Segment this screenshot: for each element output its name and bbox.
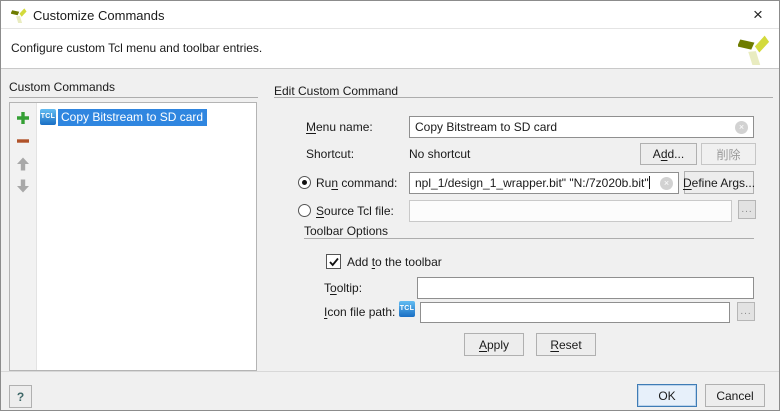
plus-icon [16, 111, 30, 125]
define-args-button[interactable]: Define Args... [684, 171, 754, 194]
source-tcl-field [409, 200, 732, 222]
add-to-toolbar-checkbox[interactable] [326, 254, 341, 269]
clear-icon[interactable]: × [660, 177, 673, 190]
run-command-radio[interactable] [298, 176, 311, 189]
remove-command-button[interactable] [14, 132, 32, 150]
vivado-logo-icon [11, 7, 27, 26]
shortcut-label: Shortcut: [306, 146, 354, 162]
menu-name-value: Copy Bitstream to SD card [415, 120, 731, 134]
help-button[interactable]: ? [9, 385, 32, 408]
toolbar-options-header-rule [304, 238, 754, 239]
source-tcl-label: Source Tcl file: [316, 203, 394, 219]
list-item-label: Copy Bitstream to SD card [58, 109, 207, 126]
menu-name-field[interactable]: Copy Bitstream to SD card × [409, 116, 754, 138]
custom-commands-list[interactable]: TCL Copy Bitstream to SD card [9, 102, 257, 371]
title-bar: Customize Commands × [1, 1, 779, 29]
add-command-button[interactable] [14, 109, 32, 127]
cancel-button[interactable]: Cancel [705, 384, 765, 407]
tooltip-label: Tooltip: [324, 280, 362, 296]
dialog-title: Customize Commands [33, 8, 165, 23]
customize-commands-dialog: Customize Commands × Configure custom Tc… [0, 0, 780, 411]
move-up-button[interactable] [14, 155, 32, 173]
reset-button[interactable]: Reset [536, 333, 596, 356]
shortcut-value: No shortcut [409, 146, 470, 162]
source-tcl-radio[interactable] [298, 204, 311, 217]
icon-file-path-field[interactable] [420, 302, 730, 323]
edit-command-header-rule [274, 97, 773, 98]
banner: Configure custom Tcl menu and toolbar en… [1, 29, 779, 69]
clear-icon[interactable]: × [735, 121, 748, 134]
custom-commands-header: Custom Commands [9, 79, 115, 95]
close-icon[interactable]: × [747, 4, 769, 26]
icon-file-path-label: Icon file path: [324, 304, 395, 320]
tcl-icon: TCL [399, 301, 415, 317]
run-command-label: Run command: [316, 175, 397, 191]
tcl-icon: TCL [40, 109, 56, 125]
icon-file-path-browse-button[interactable]: ... [737, 302, 755, 321]
add-to-toolbar-label: Add to the toolbar [347, 254, 442, 270]
tooltip-field[interactable] [417, 277, 754, 299]
arrow-down-icon [16, 179, 30, 193]
ok-button[interactable]: OK [637, 384, 697, 407]
list-item[interactable]: TCL Copy Bitstream to SD card [40, 108, 207, 126]
text-cursor [649, 176, 650, 189]
custom-commands-header-rule [9, 97, 258, 98]
banner-description: Configure custom Tcl menu and toolbar en… [11, 41, 262, 55]
run-command-value: npl_1/design_1_wrapper.bit" "N:/7z020b.b… [415, 176, 656, 190]
shortcut-delete-button: 削除 [701, 143, 756, 165]
toolbar-options-header: Toolbar Options [304, 223, 388, 239]
arrow-up-icon [16, 157, 30, 171]
move-down-button[interactable] [14, 177, 32, 195]
checkmark-icon [328, 256, 340, 268]
vivado-logo-large [738, 33, 770, 68]
run-command-field[interactable]: npl_1/design_1_wrapper.bit" "N:/7z020b.b… [409, 172, 679, 194]
shortcut-add-button[interactable]: Add... [640, 143, 697, 165]
list-toolbar [10, 103, 37, 370]
source-tcl-browse-button: ... [738, 200, 756, 219]
footer-separator [1, 371, 779, 372]
menu-name-label: Menu name: [306, 119, 373, 135]
minus-icon [16, 134, 30, 148]
apply-button[interactable]: Apply [464, 333, 524, 356]
